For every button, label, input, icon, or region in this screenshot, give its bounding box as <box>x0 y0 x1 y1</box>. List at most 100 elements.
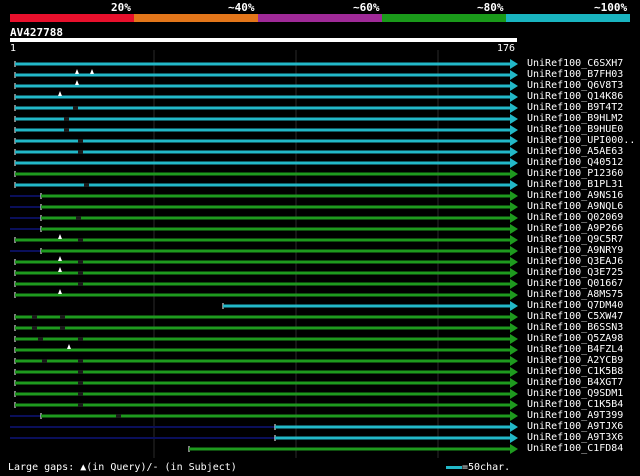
hit-arrowhead <box>510 125 518 135</box>
hit-label[interactable]: UniRef100_A9NS16 <box>527 190 623 201</box>
subject-gap-mark <box>78 139 83 143</box>
hit-arrowhead <box>510 378 518 388</box>
hit-arrowhead <box>510 290 518 300</box>
hit-arrowhead <box>510 323 518 333</box>
query-gap-marker <box>75 69 79 74</box>
hit-label[interactable]: UniRef100_B4XGT7 <box>527 377 623 388</box>
hit-arrowhead <box>510 191 518 201</box>
hit-arrowhead <box>510 433 518 443</box>
hit-label[interactable]: UniRef100_Q6V8T3 <box>527 80 623 91</box>
query-gap-marker <box>58 289 62 294</box>
subject-gap-mark <box>78 403 83 407</box>
hit-arrowhead <box>510 411 518 421</box>
subject-gap-mark <box>76 216 81 220</box>
hit-arrowhead <box>510 356 518 366</box>
hit-label[interactable]: UniRef100_A8MS75 <box>527 289 623 300</box>
hit-arrowhead <box>510 334 518 344</box>
hit-arrowhead <box>510 92 518 102</box>
hit-label[interactable]: UniRef100_Q9SDM1 <box>527 388 623 399</box>
gap-legend: Large gaps: ▲(in Query)/- (in Subject) <box>8 462 237 473</box>
hit-label[interactable]: UniRef100_P12360 <box>527 168 623 179</box>
hit-arrowhead <box>510 103 518 113</box>
hit-label[interactable]: UniRef100_B9T4T2 <box>527 102 623 113</box>
hit-label[interactable]: UniRef100_A9T3X6 <box>527 432 623 443</box>
subject-gap-mark <box>42 359 47 363</box>
hit-label[interactable]: UniRef100_A2YCB9 <box>527 355 623 366</box>
hit-arrowhead <box>510 422 518 432</box>
hit-arrowhead <box>510 180 518 190</box>
subject-gap-mark <box>60 315 65 319</box>
hit-arrowhead <box>510 59 518 69</box>
hit-label[interactable]: UniRef100_Q14K86 <box>527 91 623 102</box>
hit-label[interactable]: UniRef100_C5XW47 <box>527 311 623 322</box>
hit-label[interactable]: UniRef100_B1PL31 <box>527 179 623 190</box>
subject-gap-mark <box>78 260 83 264</box>
subject-gap-mark <box>78 337 83 341</box>
subject-gap-mark <box>78 238 83 242</box>
hit-label[interactable]: UniRef100_A9NRY9 <box>527 245 623 256</box>
hit-arrowhead <box>510 136 518 146</box>
subject-gap-mark <box>64 128 69 132</box>
hit-label[interactable]: UniRef100_B7FH03 <box>527 69 623 80</box>
hit-label[interactable]: UniRef100_A9NQL6 <box>527 201 623 212</box>
hit-arrowhead <box>510 257 518 267</box>
hit-arrowhead <box>510 202 518 212</box>
hit-label[interactable]: UniRef100_C6SXH7 <box>527 58 623 69</box>
hit-label[interactable]: UniRef100_A9T399 <box>527 410 623 421</box>
hit-label[interactable]: UniRef100_C1K5B8 <box>527 366 623 377</box>
hit-arrowhead <box>510 81 518 91</box>
hit-label[interactable]: UniRef100_Q9C5R7 <box>527 234 623 245</box>
hit-arrowhead <box>510 235 518 245</box>
query-gap-marker <box>58 91 62 96</box>
hit-arrowhead <box>510 224 518 234</box>
subject-gap-mark <box>73 106 78 110</box>
hit-label[interactable]: UniRef100_B4FZL4 <box>527 344 623 355</box>
hit-label[interactable]: UniRef100_C1FD84 <box>527 443 623 454</box>
query-gap-marker <box>75 80 79 85</box>
hit-arrowhead <box>510 279 518 289</box>
hit-arrowhead <box>510 169 518 179</box>
hit-label[interactable]: UniRef100_Q7DM40 <box>527 300 623 311</box>
subject-gap-mark <box>60 326 65 330</box>
hit-arrowhead <box>510 400 518 410</box>
hit-label[interactable]: UniRef100_Q5ZA98 <box>527 333 623 344</box>
subject-gap-mark <box>64 117 69 121</box>
hit-arrowhead <box>510 246 518 256</box>
hit-arrowhead <box>510 367 518 377</box>
query-gap-marker <box>58 256 62 261</box>
hit-arrowhead <box>510 147 518 157</box>
hit-label[interactable]: UniRef100_Q3EAJ6 <box>527 256 623 267</box>
hit-arrowhead <box>510 158 518 168</box>
hit-label[interactable]: UniRef100_B6SSN3 <box>527 322 623 333</box>
query-gap-marker <box>58 267 62 272</box>
hit-label[interactable]: UniRef100_Q01667 <box>527 278 623 289</box>
hit-arrowhead <box>510 444 518 454</box>
hit-label[interactable]: UniRef100_B9HLM2 <box>527 113 623 124</box>
subject-gap-mark <box>78 271 83 275</box>
subject-gap-mark <box>78 392 83 396</box>
subject-gap-mark <box>78 370 83 374</box>
hit-label[interactable]: UniRef100_A9TJX6 <box>527 421 623 432</box>
query-gap-marker <box>58 234 62 239</box>
hit-label[interactable]: UniRef100_C1K5B4 <box>527 399 623 410</box>
hit-arrowhead <box>510 213 518 223</box>
hit-arrowhead <box>510 389 518 399</box>
hit-label[interactable]: UniRef100_Q40512 <box>527 157 623 168</box>
hit-label[interactable]: UniRef100_UPI000.. <box>527 135 635 146</box>
hit-label[interactable]: UniRef100_A9P266 <box>527 223 623 234</box>
subject-gap-mark <box>78 381 83 385</box>
subject-gap-mark <box>116 414 121 418</box>
hit-arrowhead <box>510 345 518 355</box>
hit-arrowhead <box>510 312 518 322</box>
subject-gap-mark <box>78 150 83 154</box>
subject-gap-mark <box>38 337 43 341</box>
hit-label[interactable]: UniRef100_A5AE63 <box>527 146 623 157</box>
subject-gap-mark <box>32 326 37 330</box>
hit-arrowhead <box>510 301 518 311</box>
hit-label[interactable]: UniRef100_Q3E725 <box>527 267 623 278</box>
hit-label[interactable]: UniRef100_B9HUE0 <box>527 124 623 135</box>
scale-key-text: =50char. <box>462 462 511 473</box>
subject-gap-mark <box>84 183 89 187</box>
hit-arrowhead <box>510 268 518 278</box>
hit-label[interactable]: UniRef100_Q02069 <box>527 212 623 223</box>
